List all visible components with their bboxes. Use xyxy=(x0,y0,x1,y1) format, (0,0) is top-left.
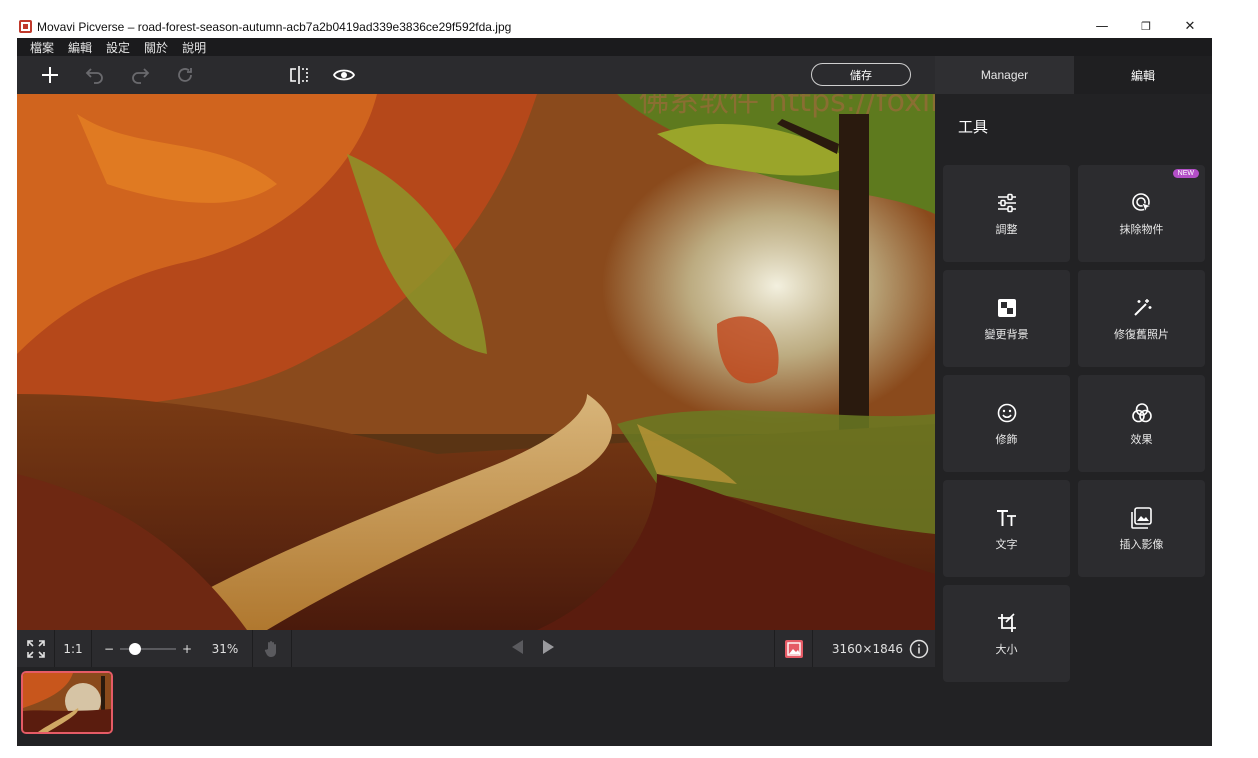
tool-label: 抹除物件 xyxy=(1119,222,1164,236)
menu-bar: 檔案 編輯 設定 關於 說明 xyxy=(17,38,1212,56)
reset-icon[interactable] xyxy=(170,56,200,94)
thumbnail-image xyxy=(23,673,111,732)
tool-label: 效果 xyxy=(1130,432,1153,446)
prev-arrow-icon[interactable] xyxy=(510,639,524,659)
tab-edit[interactable]: 編輯 xyxy=(1074,56,1212,94)
zoom-slider[interactable] xyxy=(120,639,176,659)
tool-restore-photo[interactable]: 修復舊照片 xyxy=(1078,270,1205,367)
tool-insert-image[interactable]: 插入影像 xyxy=(1078,480,1205,577)
tool-effects[interactable]: 效果 xyxy=(1078,375,1205,472)
filmstrip-thumbnail[interactable] xyxy=(21,671,113,734)
app-logo-icon xyxy=(19,20,32,33)
tool-change-background[interactable]: 變更背景 xyxy=(943,270,1070,367)
insert-image-icon xyxy=(1130,506,1154,530)
sliders-icon xyxy=(995,191,1019,215)
panel-title: 工具 xyxy=(958,118,989,136)
tool-label: 調整 xyxy=(995,222,1018,236)
tool-label: 文字 xyxy=(995,537,1018,551)
tools-panel: 工具 調整 NEW 抹除物件 變更背景 修復舊照片 修飾 效果 文字 插入影像 … xyxy=(935,94,1212,746)
menu-file[interactable]: 檔案 xyxy=(30,39,54,56)
tool-label: 變更背景 xyxy=(984,327,1029,341)
eraser-cursor-icon xyxy=(1130,191,1154,215)
smile-icon xyxy=(995,401,1019,425)
tool-retouch[interactable]: 修飾 xyxy=(943,375,1070,472)
image-canvas[interactable]: 佛系软件 https://foxirj.com xyxy=(17,94,935,630)
background-icon xyxy=(995,296,1019,320)
menu-help[interactable]: 說明 xyxy=(182,39,206,56)
maximize-button[interactable]: ❐ xyxy=(1124,15,1168,38)
menu-settings[interactable]: 設定 xyxy=(106,39,130,56)
tool-erase-object[interactable]: NEW 抹除物件 xyxy=(1078,165,1205,262)
new-badge: NEW xyxy=(1172,169,1199,178)
redo-icon[interactable] xyxy=(125,56,155,94)
window-title: Movavi Picverse – road-forest-season-aut… xyxy=(37,19,512,34)
tool-adjust[interactable]: 調整 xyxy=(943,165,1070,262)
next-arrow-icon[interactable] xyxy=(542,639,556,659)
photo-autumn-forest-road xyxy=(17,94,935,630)
undo-icon[interactable] xyxy=(80,56,110,94)
zoom-in-button[interactable]: + xyxy=(176,642,198,656)
close-button[interactable]: ✕ xyxy=(1168,15,1212,38)
tool-label: 大小 xyxy=(995,642,1018,656)
tool-resize[interactable]: 大小 xyxy=(943,585,1070,682)
magic-wand-icon xyxy=(1130,296,1154,320)
crop-icon xyxy=(995,611,1019,635)
menu-about[interactable]: 關於 xyxy=(144,39,168,56)
tool-label: 修飾 xyxy=(995,432,1018,446)
tool-label: 修復舊照片 xyxy=(1114,327,1169,341)
tab-manager[interactable]: Manager xyxy=(935,56,1074,94)
tool-label: 插入影像 xyxy=(1119,537,1164,551)
zoom-one-to-one-button[interactable]: 1:1 xyxy=(55,642,91,656)
hand-icon[interactable] xyxy=(253,630,291,667)
window-titlebar: Movavi Picverse – road-forest-season-aut… xyxy=(17,15,1212,38)
text-icon xyxy=(995,506,1019,530)
tool-text[interactable]: 文字 xyxy=(943,480,1070,577)
info-icon[interactable] xyxy=(909,639,935,659)
compare-icon[interactable] xyxy=(284,56,314,94)
zoom-out-button[interactable]: − xyxy=(98,642,120,656)
effects-icon xyxy=(1130,401,1154,425)
canvas-bottom-bar: 1:1 − + 31% 3160×1846 xyxy=(17,630,935,667)
eye-icon[interactable] xyxy=(329,56,359,94)
zoom-slider-thumb[interactable] xyxy=(128,642,141,655)
filmstrip xyxy=(17,667,935,746)
fit-screen-icon[interactable] xyxy=(17,630,54,667)
main-toolbar xyxy=(17,56,935,94)
menu-edit[interactable]: 編輯 xyxy=(68,39,92,56)
minimize-button[interactable]: — xyxy=(1080,15,1124,38)
image-icon[interactable] xyxy=(775,630,812,667)
zoom-value: 31% xyxy=(211,641,239,656)
plus-icon[interactable] xyxy=(35,56,65,94)
image-dimensions: 3160×1846 xyxy=(831,641,903,656)
save-button[interactable]: 儲存 xyxy=(811,63,911,86)
